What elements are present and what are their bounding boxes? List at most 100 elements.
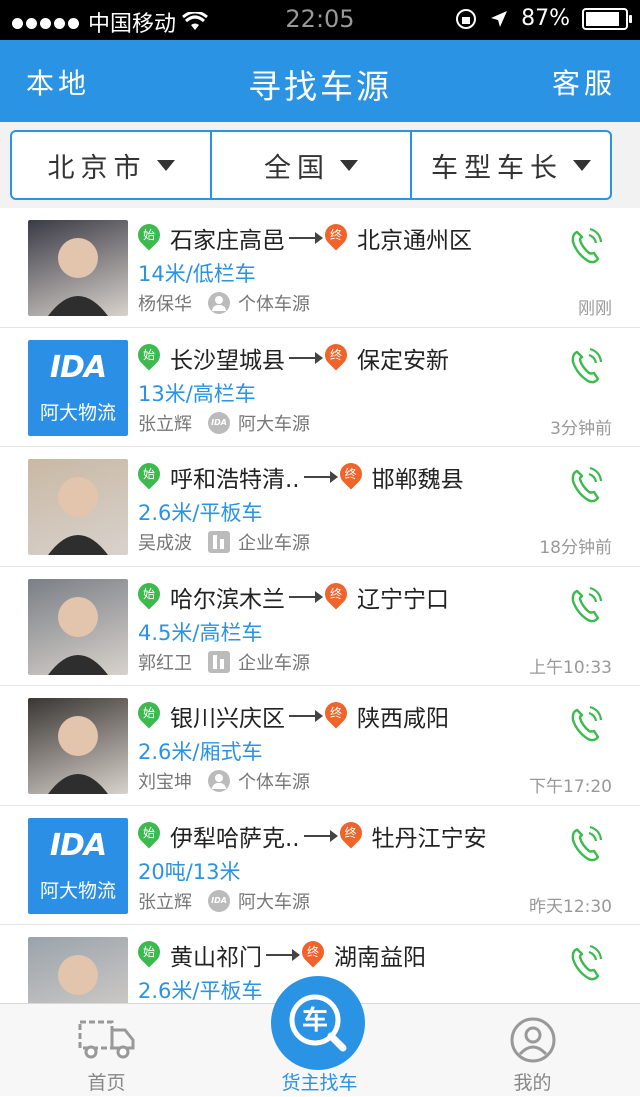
arrow-icon [303,829,338,842]
arrow-icon [289,590,323,603]
ida-icon: IDA [208,889,230,912]
contact-name: 张立辉 [138,413,192,435]
end-pin-icon: 终 [320,697,352,730]
route: 始 黄山祁门 终 湖南益阳 [133,936,426,971]
customer-service-button[interactable]: 客服 [552,62,616,102]
caret-down-icon [156,159,175,171]
tab-mine-label: 我的 [513,1072,552,1094]
filter-origin-label: 北京市 [47,152,147,184]
origin: 伊犁哈萨克.. [170,825,300,852]
tab-mine[interactable]: 我的 [426,1004,639,1097]
vehicle-spec: 13米/高栏车 [138,381,256,406]
list-item[interactable]: 始 哈尔滨木兰 终 辽宁宁口 4.5米/高栏车 郭红卫 企业车源 上午10:33 [0,566,640,686]
source-type: 阿大车源 [238,413,310,435]
location-icon [491,10,508,27]
end-pin-icon: 终 [335,816,367,850]
vehicle-spec: 2.6米/厢式车 [138,740,263,764]
end-pin-icon: 终 [320,577,352,611]
contact-name: 郭红卫 [138,652,192,674]
phone-icon[interactable] [568,226,604,266]
tab-home[interactable]: 首页 [0,1004,213,1097]
tab-home-label: 首页 [87,1072,126,1094]
origin: 长沙望城县 [170,347,285,374]
battery-percent: 87% [521,6,570,31]
filter-area: 北京市 全国 车型车长 [0,122,640,208]
source-type: 阿大车源 [238,891,310,913]
route: 始 石家庄高邑 终 北京通州区 [133,219,472,254]
arrow-icon [266,949,300,961]
source-info: 杨保华 个体车源 [138,290,310,316]
logo-mark: IDA [49,827,107,863]
destination: 北京通州区 [357,228,472,254]
filter-destination[interactable]: 全国 [212,132,412,198]
avatar [28,578,128,675]
phone-icon[interactable] [568,346,604,386]
contact-name: 张立辉 [138,891,192,913]
origin: 石家庄高邑 [170,228,285,254]
source-type: 个体车源 [238,294,310,315]
arrow-icon [289,351,323,364]
destination: 辽宁宁口 [357,586,449,613]
list-item[interactable]: 始 呼和浩特清.. 终 邯郸魏县 2.6米/平板车 吴成波 企业车源 18分钟前 [0,447,640,567]
ida-icon: IDA [208,411,230,434]
route: 始 银川兴庆区 终 陕西咸阳 [133,697,449,732]
contact-name: 杨保华 [138,294,192,315]
source-info: 郭红卫 企业车源 [138,649,310,675]
arrow-icon [289,232,323,244]
source-info: 张立辉 IDA 阿大车源 [138,410,310,436]
phone-icon[interactable] [568,465,604,505]
filter-destination-label: 全国 [264,152,330,184]
phone-icon[interactable] [568,585,604,625]
route: 始 呼和浩特清.. 终 邯郸魏县 [133,458,464,493]
end-pin-icon: 终 [335,458,367,491]
filter-bar: 北京市 全国 车型车长 [10,130,612,200]
list-item[interactable]: IDA 阿大物流 始 伊犁哈萨克.. 终 牡丹江宁安 20吨/13米 张立辉 I… [0,805,640,925]
find-vehicle-fab[interactable]: 车 [271,976,365,1070]
vehicle-spec: 4.5米/高栏车 [138,620,263,645]
phone-icon[interactable] [568,943,604,983]
start-pin-icon: 始 [133,936,165,969]
logo-text: 阿大物流 [39,879,116,902]
lock-rotation-icon [456,8,477,29]
destination: 保定安新 [357,347,449,374]
phone-icon[interactable] [568,704,604,744]
route: 始 长沙望城县 终 保定安新 [133,338,449,374]
contact-name: 吴成波 [138,533,192,554]
destination: 牡丹江宁安 [371,825,487,852]
start-pin-icon: 始 [133,816,165,850]
avatar [28,937,128,1003]
origin: 哈尔滨木兰 [170,586,285,613]
vehicle-list[interactable]: 始 石家庄高邑 终 北京通州区 14米/低栏车 杨保华 个体车源 刚刚 IDA … [0,208,640,1003]
arrow-icon [303,471,338,483]
vehicle-spec: 2.6米/平板车 [138,979,263,1003]
nav-bar: 本地 寻找车源 客服 [0,40,640,122]
start-pin-icon: 始 [133,458,165,491]
caret-down-icon [340,159,358,171]
fab-glyph: 车 [302,1005,328,1036]
user-icon [510,1017,555,1063]
avatar [28,698,128,794]
origin: 银川兴庆区 [170,706,285,732]
avatar [28,220,128,316]
list-item[interactable]: 始 石家庄高邑 终 北京通州区 14米/低栏车 杨保华 个体车源 刚刚 [0,208,640,328]
logo-text: 阿大物流 [39,401,116,424]
source-type: 企业车源 [238,652,310,674]
tab-find-label: 货主找车 [281,1072,358,1094]
list-item[interactable]: IDA 阿大物流 始 长沙望城县 终 保定安新 13米/高栏车 张立辉 IDA … [0,327,640,447]
post-time: 上午10:33 [529,657,612,678]
vehicle-spec: 2.6米/平板车 [138,501,263,525]
page-title: 寻找车源 [248,67,392,106]
source-info: 张立辉 IDA 阿大车源 [138,888,310,914]
status-right: 87% [455,6,632,31]
route: 始 伊犁哈萨克.. 终 牡丹江宁安 [133,816,487,852]
origin: 呼和浩特清.. [170,467,300,493]
arrow-icon [289,710,323,722]
filter-origin[interactable]: 北京市 [12,132,212,198]
search-vehicle-icon: 车 [289,994,347,1052]
list-item[interactable]: 始 银川兴庆区 终 陕西咸阳 2.6米/厢式车 刘宝坤 个体车源 下午17:20 [0,686,640,806]
company-logo: IDA 阿大物流 [28,339,128,436]
vehicle-spec: 20吨/13米 [138,859,241,884]
filter-vehicle[interactable]: 车型车长 [412,132,610,198]
phone-icon[interactable] [568,824,604,864]
destination: 邯郸魏县 [371,467,464,493]
